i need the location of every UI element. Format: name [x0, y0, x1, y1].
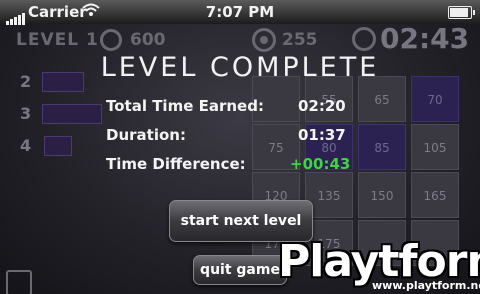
menu-icon — [6, 270, 32, 294]
stat-label-time-difference: Time Difference: — [106, 155, 246, 173]
row-number: 3 — [20, 104, 32, 123]
grid-cell: 105 — [411, 124, 459, 170]
level-indicator: LEVEL 1 — [16, 30, 99, 50]
level-complete-title: LEVEL COMPLETE — [100, 52, 380, 83]
block-piece — [42, 104, 102, 124]
countdown-timer: 02:43 — [380, 22, 470, 55]
clock-icon — [352, 27, 376, 51]
quit-game-button[interactable]: quit game — [193, 255, 287, 285]
battery-icon — [448, 6, 475, 19]
stat-value-total-time: 02:20 — [298, 97, 346, 115]
target-icon — [252, 28, 276, 52]
grid-cell: 150 — [358, 172, 406, 218]
game-screen: Carrier 7:07 PM LEVEL 1 600 255 02:43 2 … — [0, 0, 480, 294]
coin-count: 600 — [130, 30, 166, 50]
stat-label-total-time: Total Time Earned: — [106, 97, 264, 115]
game-hud: LEVEL 1 600 255 02:43 — [0, 22, 480, 55]
row-number: 4 — [20, 136, 32, 155]
stat-label-duration: Duration: — [106, 126, 186, 144]
playtform-watermark-url: www.playtform.net — [372, 279, 480, 292]
coin-icon — [100, 29, 122, 51]
status-bar: Carrier 7:07 PM — [0, 0, 480, 25]
stat-value-duration: 01:37 — [298, 126, 346, 144]
grid-cell: 85 — [358, 124, 406, 170]
grid-cell: 165 — [411, 172, 459, 218]
score-count: 255 — [282, 30, 318, 50]
stat-value-time-difference: +00:43 — [290, 155, 351, 173]
block-piece — [44, 136, 72, 156]
clock-time: 7:07 PM — [205, 3, 275, 21]
